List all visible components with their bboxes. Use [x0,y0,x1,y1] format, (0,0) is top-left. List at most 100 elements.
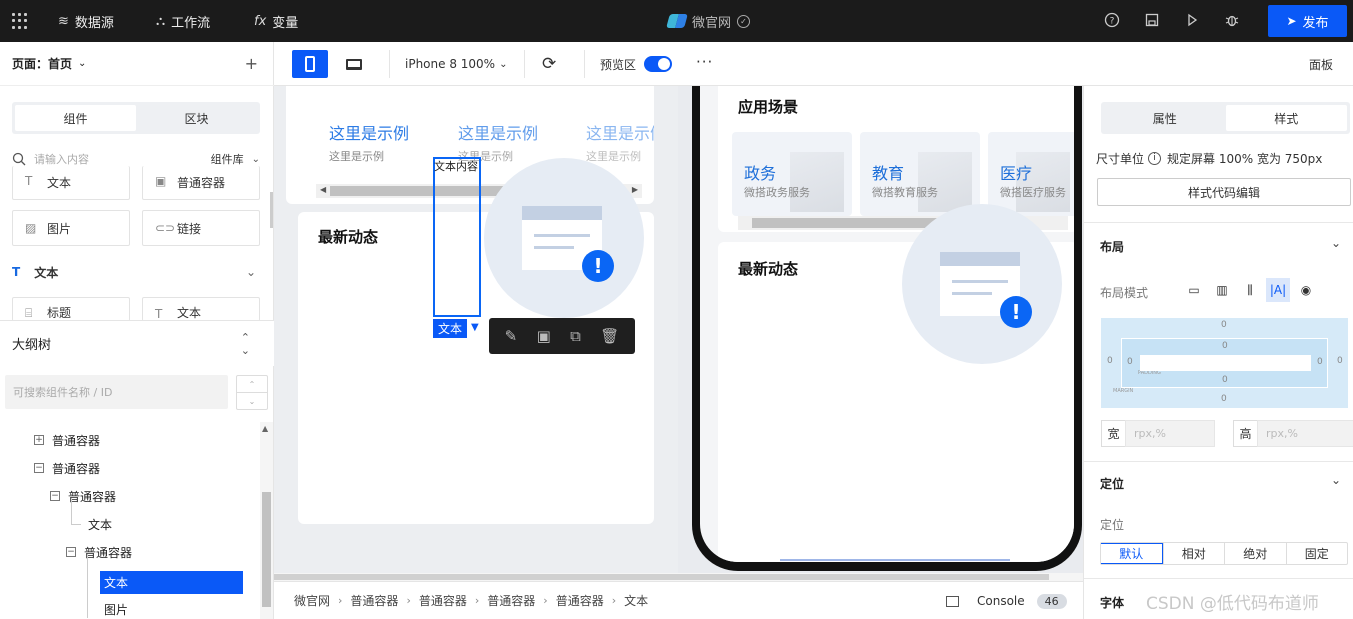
collapse-icon[interactable]: − [50,491,60,501]
debug-icon[interactable] [1223,12,1241,30]
layout-section-title[interactable]: 布局 [1100,238,1124,255]
caret-down-icon[interactable]: ▼ [471,322,479,333]
scroll-left-icon[interactable]: ◀ [320,185,326,194]
margin-right-value[interactable]: 0 [1337,356,1343,366]
breadcrumb-item[interactable]: 文本 [624,592,648,609]
outline-scrollbar[interactable]: ▲ [260,422,273,619]
scene-card[interactable]: 应用场景 政务 微搭政务服务 教育 微搭教育服务 医疗 微搭医疗服务 [718,86,1074,232]
position-absolute[interactable]: 绝对 [1224,543,1286,564]
preview-toggle[interactable] [644,56,673,72]
tree-node-selected[interactable]: 文本 [100,571,243,594]
padding-left-value[interactable]: 0 [1127,357,1133,367]
position-section-title[interactable]: 定位 [1100,475,1124,492]
margin-left-value[interactable]: 0 [1107,356,1113,366]
expand-collapse-icon[interactable]: ⌃ ⌄ [241,331,250,357]
font-section-title[interactable]: 字体 [1100,594,1124,611]
device-selector[interactable]: iPhone 8 100% ⌄ [405,42,507,86]
tree-node[interactable]: 文本 [88,514,112,534]
outline-search-input[interactable]: 可搜索组件名称 / ID [5,375,228,409]
breadcrumb-item[interactable]: 普通容器 [350,592,398,609]
example-item[interactable]: 这里是示例 这里是示例 [586,120,654,164]
publish-button[interactable]: ➤ 发布 [1268,5,1347,37]
layout-inline-icon[interactable]: |A| [1266,278,1290,302]
more-icon[interactable]: ··· [696,53,713,71]
add-page-icon[interactable]: + [245,54,258,73]
scene-item[interactable]: 政务 微搭政务服务 [732,132,852,216]
padding-top-value[interactable]: 0 [1222,341,1228,351]
tab-blocks[interactable]: 区块 [136,105,257,131]
tree-node[interactable]: − 普通容器 [66,542,132,562]
tab-properties[interactable]: 属性 [1104,105,1226,131]
component-link[interactable]: ⊂⊃ 链接 [142,210,260,246]
layout-inline-block-icon[interactable]: ⫼ [1242,282,1258,298]
breadcrumb-item[interactable]: 普通容器 [556,592,604,609]
edit-icon[interactable]: ✎ [505,327,518,345]
component-container[interactable]: ▣ 普通容器 [142,166,260,200]
chevron-down-icon[interactable]: ⌄ [1331,473,1341,487]
copy-icon[interactable]: ⧉ [570,327,581,345]
scrollbar-thumb[interactable] [274,574,1049,580]
style-code-edit-button[interactable]: 样式代码编辑 [1097,178,1351,206]
console-button[interactable]: Console 46 [946,582,1067,619]
phone-screen[interactable]: 应用场景 政务 微搭政务服务 教育 微搭教育服务 医疗 微搭医疗服务 最新动态 … [700,86,1074,562]
position-default[interactable]: 默认 [1101,543,1163,564]
delete-icon[interactable]: 🗑 [600,327,619,345]
page-selector[interactable]: 页面：首页 ⌄ + [0,42,274,86]
tree-node[interactable]: − 普通容器 [50,486,116,506]
tab-components[interactable]: 组件 [15,105,136,131]
library-selector[interactable]: 组件库 [211,151,244,167]
layout-flex-icon[interactable]: ▥ [1214,282,1230,298]
component-text[interactable]: T 文本 [12,166,130,200]
section-text[interactable]: T 文本 ⌄ [12,264,260,280]
save-icon[interactable]: ▣ [537,327,551,345]
breadcrumb-item[interactable]: 普通容器 [487,592,535,609]
search-input[interactable]: 请输入内容 [34,151,211,167]
box-model-editor[interactable]: 0 0 0 0 MARGIN 0 0 0 0 PADDING [1101,318,1348,408]
scene-item[interactable]: 教育 微搭教育服务 [860,132,980,216]
height-input[interactable]: rpx,% [1257,420,1353,447]
collapse-icon[interactable]: − [34,463,44,473]
position-fixed[interactable]: 固定 [1285,543,1348,564]
mobile-view-button[interactable] [292,50,328,78]
collapse-icon[interactable]: − [66,547,76,557]
selected-element-tag[interactable]: 文本 [433,319,467,338]
desktop-view-button[interactable] [336,50,372,78]
padding-right-value[interactable]: 0 [1317,357,1323,367]
apps-grid-icon[interactable] [12,13,28,29]
nav-datasource[interactable]: ≋ 数据源 [58,0,114,42]
component-scrollbar[interactable] [270,192,273,228]
selected-text-content[interactable]: 文本内容 [434,158,478,174]
layout-hidden-icon[interactable]: ◉ [1298,282,1314,298]
breadcrumb-item[interactable]: 微官网 [294,592,330,609]
expand-icon[interactable]: + [34,435,44,445]
padding-bottom-value[interactable]: 0 [1222,375,1228,385]
play-icon[interactable] [1183,12,1201,30]
chevron-up-icon[interactable]: ⌃ [237,376,267,393]
breadcrumb-item[interactable]: 普通容器 [419,592,467,609]
example-item[interactable]: 这里是示例 这里是示例 [329,120,409,164]
scrollbar-thumb[interactable] [262,492,271,607]
scroll-up-icon[interactable]: ▲ [262,424,268,433]
selected-element-outline[interactable] [433,157,481,317]
panel-toggle[interactable]: 面板 [1309,42,1333,86]
refresh-icon[interactable]: ⟳ [542,54,556,74]
component-heading[interactable]: ⌸ 标题 [12,297,130,321]
tree-node[interactable]: − 普通容器 [34,458,100,478]
nav-variables[interactable]: fx 变量 [254,0,298,42]
component-text-2[interactable]: T 文本 [142,297,260,321]
scroll-right-icon[interactable]: ▶ [632,185,638,194]
component-image[interactable]: ▨ 图片 [12,210,130,246]
canvas-scrollbar[interactable] [274,573,1083,581]
chevron-down-icon[interactable]: ⌄ [237,393,267,410]
tab-styles[interactable]: 样式 [1225,105,1347,131]
design-canvas[interactable]: 这里是示例 这里是示例 这里是示例 这里是示例 这里是示例 这里是示例 ◀ ▶ … [274,86,1083,573]
scene-item[interactable]: 医疗 微搭医疗服务 [988,132,1074,216]
help-icon[interactable]: ? [1103,12,1121,30]
chevron-down-icon[interactable]: ⌄ [1331,236,1341,250]
margin-bottom-value[interactable]: 0 [1221,394,1227,404]
save-icon[interactable] [1143,12,1161,30]
margin-top-value[interactable]: 0 [1221,320,1227,330]
position-relative[interactable]: 相对 [1162,543,1225,564]
outline-stepper[interactable]: ⌃ ⌄ [236,375,268,410]
width-input[interactable]: rpx,% [1125,420,1215,447]
